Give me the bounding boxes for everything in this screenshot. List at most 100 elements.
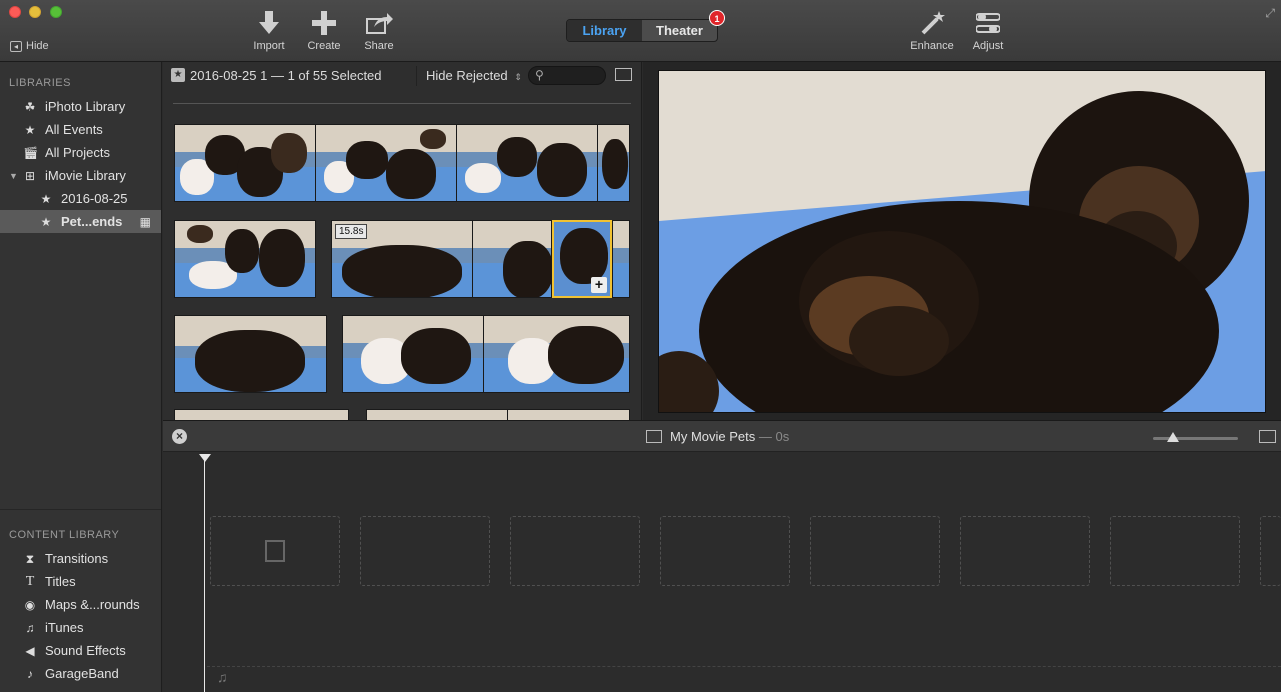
search-field[interactable]: ⚲ xyxy=(528,66,606,85)
video-clip[interactable] xyxy=(174,409,349,420)
video-clip[interactable] xyxy=(174,124,316,202)
video-clip[interactable]: 15.8s xyxy=(331,220,473,298)
video-clip[interactable] xyxy=(483,315,630,393)
enhance-label: Enhance xyxy=(910,40,954,52)
theater-tab[interactable]: Theater 1 xyxy=(642,10,725,41)
create-button[interactable]: Create xyxy=(294,11,354,52)
enhance-button[interactable]: Enhance xyxy=(902,11,962,52)
sidebar-item-garageband[interactable]: ♪ GarageBand xyxy=(0,662,161,685)
timeline-settings-icon[interactable] xyxy=(1259,430,1276,443)
timeline-placeholder xyxy=(1110,516,1240,586)
window-minimize-button[interactable] xyxy=(29,6,41,18)
toolbar: ◂ Hide Import Create Share Library Theat… xyxy=(0,0,1281,62)
timeline-placeholder xyxy=(660,516,790,586)
video-clip[interactable] xyxy=(456,124,598,202)
music-note-icon: ♫ xyxy=(217,669,228,685)
globe-icon: ◉ xyxy=(24,597,36,612)
timeline-placeholder xyxy=(1260,516,1281,586)
filmstrip-settings-icon[interactable] xyxy=(615,68,632,81)
video-clip[interactable] xyxy=(612,220,630,298)
hide-sidebar-icon: ◂ xyxy=(10,40,22,52)
import-button[interactable]: Import xyxy=(239,11,299,52)
star-icon: ★ xyxy=(40,191,52,206)
transitions-icon: ⧗ xyxy=(25,551,35,566)
event-browser: ★ 2016-08-25 1 — 1 of 55 Selected Hide R… xyxy=(163,62,642,420)
sidebar-item-all-projects[interactable]: 🎬︎ All Projects xyxy=(0,141,161,164)
share-icon xyxy=(366,13,393,34)
film-icon xyxy=(265,540,285,562)
clapper-icon: 🎬︎ xyxy=(23,145,39,160)
filter-label: Hide Rejected xyxy=(426,68,508,83)
sidebar-item-titles[interactable]: T Titles xyxy=(0,570,161,593)
share-button[interactable]: Share xyxy=(349,11,409,52)
theater-tab-label: Theater xyxy=(656,23,703,38)
sidebar-divider xyxy=(0,509,161,510)
project-title: My Movie Pets — 0s xyxy=(670,429,789,444)
sidebar-item-label: Pet...ends xyxy=(61,214,123,229)
timeline-placeholder xyxy=(360,516,490,586)
video-clip[interactable] xyxy=(342,315,484,393)
zoom-slider[interactable] xyxy=(1153,432,1238,442)
sidebar-item-all-events[interactable]: ★ All Events xyxy=(0,118,161,141)
sidebar-item-label: Titles xyxy=(45,574,76,589)
timeline[interactable]: ♫ xyxy=(163,452,1281,692)
share-label: Share xyxy=(364,40,394,52)
event-title: 2016-08-25 1 — 1 of 55 Selected xyxy=(190,68,382,83)
timeline-placeholder xyxy=(510,516,640,586)
clip-row xyxy=(174,124,630,202)
video-clip[interactable] xyxy=(174,315,327,393)
import-arrow-icon xyxy=(259,11,279,34)
sidebar-item-label: 2016-08-25 xyxy=(61,191,128,206)
updown-arrows-icon: ⇕ xyxy=(514,72,522,82)
video-clip[interactable] xyxy=(507,409,630,420)
plus-icon xyxy=(312,11,336,35)
hide-sidebar-label: Hide xyxy=(26,40,49,52)
video-clip[interactable] xyxy=(174,220,316,298)
filter-popup[interactable]: Hide Rejected ⇕ xyxy=(426,68,522,83)
clip-row: 15.8s + xyxy=(174,220,630,298)
viewer-image[interactable] xyxy=(658,70,1266,413)
sidebar-item-transitions[interactable]: ⧗ Transitions xyxy=(0,547,161,570)
viewer xyxy=(643,62,1281,420)
hide-sidebar-button[interactable]: ◂ Hide xyxy=(10,40,49,52)
sidebar-item-event-2016-08-25[interactable]: ★ 2016-08-25 xyxy=(0,187,161,210)
header-divider xyxy=(416,66,417,86)
browser-header: ★ 2016-08-25 1 — 1 of 55 Selected Hide R… xyxy=(163,62,641,90)
video-clip[interactable] xyxy=(597,124,630,202)
zoom-slider-thumb[interactable] xyxy=(1167,432,1179,442)
filmstrip-icon xyxy=(646,430,662,443)
libraries-heading: LIBRARIES xyxy=(9,77,71,89)
playhead[interactable] xyxy=(204,460,205,692)
sidebar-item-imovie-library[interactable]: ▼ ⊞ iMovie Library xyxy=(0,164,161,187)
sidebar-item-label: Maps &...rounds xyxy=(45,597,140,612)
sidebar-item-label: All Events xyxy=(45,122,103,137)
sidebar-item-label: GarageBand xyxy=(45,666,119,681)
playhead-handle[interactable] xyxy=(199,454,211,462)
sidebar-item-itunes[interactable]: ♫ iTunes xyxy=(0,616,161,639)
project-title-label: My Movie Pets xyxy=(670,429,756,444)
sidebar-item-iphoto-library[interactable]: ☘ iPhoto Library xyxy=(0,95,161,118)
video-clip[interactable] xyxy=(472,220,552,298)
window-zoom-button[interactable] xyxy=(50,6,62,18)
project-clapper-icon: ▦ xyxy=(139,214,151,229)
sidebar-item-pets-project[interactable]: ★ Pet...ends ▦ xyxy=(0,210,161,233)
fullscreen-icon[interactable]: ⤢ xyxy=(1265,6,1275,21)
clip-row xyxy=(174,315,630,393)
clip-row xyxy=(174,409,630,420)
sidebar-item-maps-backgrounds[interactable]: ◉ Maps &...rounds xyxy=(0,593,161,616)
add-to-movie-button[interactable]: + xyxy=(591,277,607,293)
window-close-button[interactable] xyxy=(9,6,21,18)
sliders-icon xyxy=(976,13,1000,33)
adjust-button[interactable]: Adjust xyxy=(958,11,1018,52)
browser-divider xyxy=(173,103,631,104)
video-clip[interactable] xyxy=(315,124,457,202)
content-library-heading: CONTENT LIBRARY xyxy=(9,529,120,541)
palm-tree-icon: ☘ xyxy=(24,99,36,114)
close-project-button[interactable]: × xyxy=(172,429,187,444)
library-tab[interactable]: Library xyxy=(567,20,642,41)
disclosure-triangle-icon[interactable]: ▼ xyxy=(9,171,23,181)
sidebar-item-sound-effects[interactable]: ◀ Sound Effects xyxy=(0,639,161,662)
selected-video-clip[interactable]: + xyxy=(552,220,612,298)
timeline-placeholder xyxy=(810,516,940,586)
video-clip[interactable] xyxy=(366,409,508,420)
